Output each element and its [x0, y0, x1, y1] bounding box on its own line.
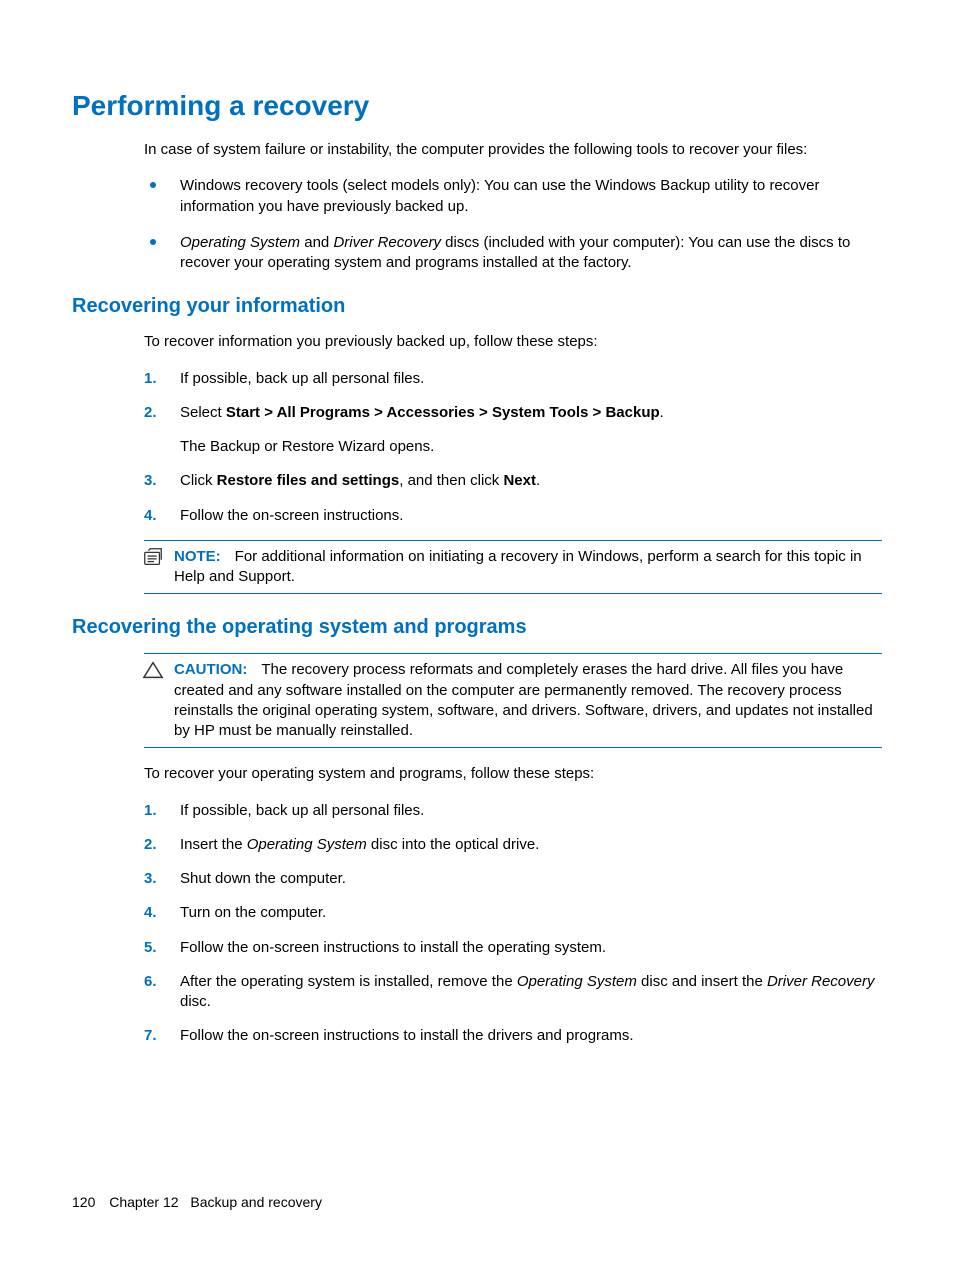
list-item: 7. Follow the on-screen instructions to … [144, 1026, 882, 1046]
list-item: Operating System and Driver Recovery dis… [144, 233, 882, 274]
italic-text: Operating System [180, 234, 300, 251]
list-text: Windows recovery tools (select models on… [180, 177, 819, 214]
heading-2-recovering-os: Recovering the operating system and prog… [72, 616, 882, 639]
step-number: 7. [144, 1026, 157, 1046]
section1-intro: To recover information you previously ba… [144, 332, 882, 352]
list-item: 3. Shut down the computer. [144, 869, 882, 889]
step-text: disc into the optical drive. [367, 836, 540, 853]
heading-2-recovering-info: Recovering your information [72, 295, 882, 318]
list-item: 3. Click Restore files and settings, and… [144, 471, 882, 491]
intro-paragraph: In case of system failure or instability… [144, 140, 882, 160]
step-number: 2. [144, 403, 157, 423]
step-text: Insert the [180, 836, 247, 853]
step-number: 1. [144, 369, 157, 389]
step-text: Select [180, 404, 226, 421]
list-item: Windows recovery tools (select models on… [144, 176, 882, 217]
caution-icon [142, 660, 164, 680]
list-item: 5. Follow the on-screen instructions to … [144, 938, 882, 958]
step-text: , and then click [399, 472, 503, 489]
step-text: Follow the on-screen instructions to ins… [180, 1027, 634, 1044]
section2-intro: To recover your operating system and pro… [144, 764, 882, 784]
chapter-title: Backup and recovery [190, 1194, 322, 1210]
step-text: After the operating system is installed,… [180, 973, 517, 990]
caution-label: CAUTION: [174, 661, 247, 678]
bold-text: Start > All Programs > Accessories > Sys… [226, 404, 660, 421]
page-number: 120 [72, 1194, 95, 1210]
caution-text: The recovery process reformats and compl… [174, 661, 873, 739]
step-number: 4. [144, 506, 157, 526]
step-text: Click [180, 472, 217, 489]
list-item: 4. Follow the on-screen instructions. [144, 506, 882, 526]
step-text: Follow the on-screen instructions. [180, 507, 403, 524]
step-text: disc. [180, 993, 211, 1010]
note-text: For additional information on initiating… [174, 548, 862, 585]
list-item: 4. Turn on the computer. [144, 903, 882, 923]
bold-text: Restore files and settings [217, 472, 400, 489]
step-text: Follow the on-screen instructions to ins… [180, 939, 606, 956]
page-footer: 120 Chapter 12 Backup and recovery [72, 1194, 322, 1210]
step-number: 6. [144, 972, 157, 992]
list-item: 6. After the operating system is install… [144, 972, 882, 1013]
step-number: 3. [144, 471, 157, 491]
step-text: Turn on the computer. [180, 904, 326, 921]
note-callout: NOTE:For additional information on initi… [144, 540, 882, 595]
italic-text: Driver Recovery [333, 234, 441, 251]
step-number: 1. [144, 801, 157, 821]
heading-1: Performing a recovery [72, 90, 882, 122]
step-text: disc and insert the [637, 973, 767, 990]
step-text: Shut down the computer. [180, 870, 346, 887]
page-content: Performing a recovery In case of system … [0, 0, 954, 1111]
caution-callout: CAUTION:The recovery process reformats a… [144, 653, 882, 748]
step-number: 3. [144, 869, 157, 889]
step-text: If possible, back up all personal files. [180, 802, 424, 819]
step-number: 4. [144, 903, 157, 923]
list-item: 2. Select Start > All Programs > Accesso… [144, 403, 882, 458]
italic-text: Driver Recovery [767, 973, 875, 990]
note-icon [142, 547, 164, 567]
section1-steps: 1. If possible, back up all personal fil… [144, 369, 882, 526]
step-text: . [536, 472, 540, 489]
list-item: 1. If possible, back up all personal fil… [144, 369, 882, 389]
step-text: . [660, 404, 664, 421]
tools-list: Windows recovery tools (select models on… [144, 176, 882, 273]
step-number: 5. [144, 938, 157, 958]
section2-steps: 1. If possible, back up all personal fil… [144, 801, 882, 1047]
step-subtext: The Backup or Restore Wizard opens. [180, 437, 882, 457]
note-label: NOTE: [174, 548, 221, 565]
italic-text: Operating System [247, 836, 367, 853]
list-text: and [300, 234, 333, 251]
list-item: 2. Insert the Operating System disc into… [144, 835, 882, 855]
chapter-label: Chapter 12 [109, 1194, 178, 1210]
step-text: If possible, back up all personal files. [180, 370, 424, 387]
list-item: 1. If possible, back up all personal fil… [144, 801, 882, 821]
italic-text: Operating System [517, 973, 637, 990]
bold-text: Next [503, 472, 536, 489]
step-number: 2. [144, 835, 157, 855]
